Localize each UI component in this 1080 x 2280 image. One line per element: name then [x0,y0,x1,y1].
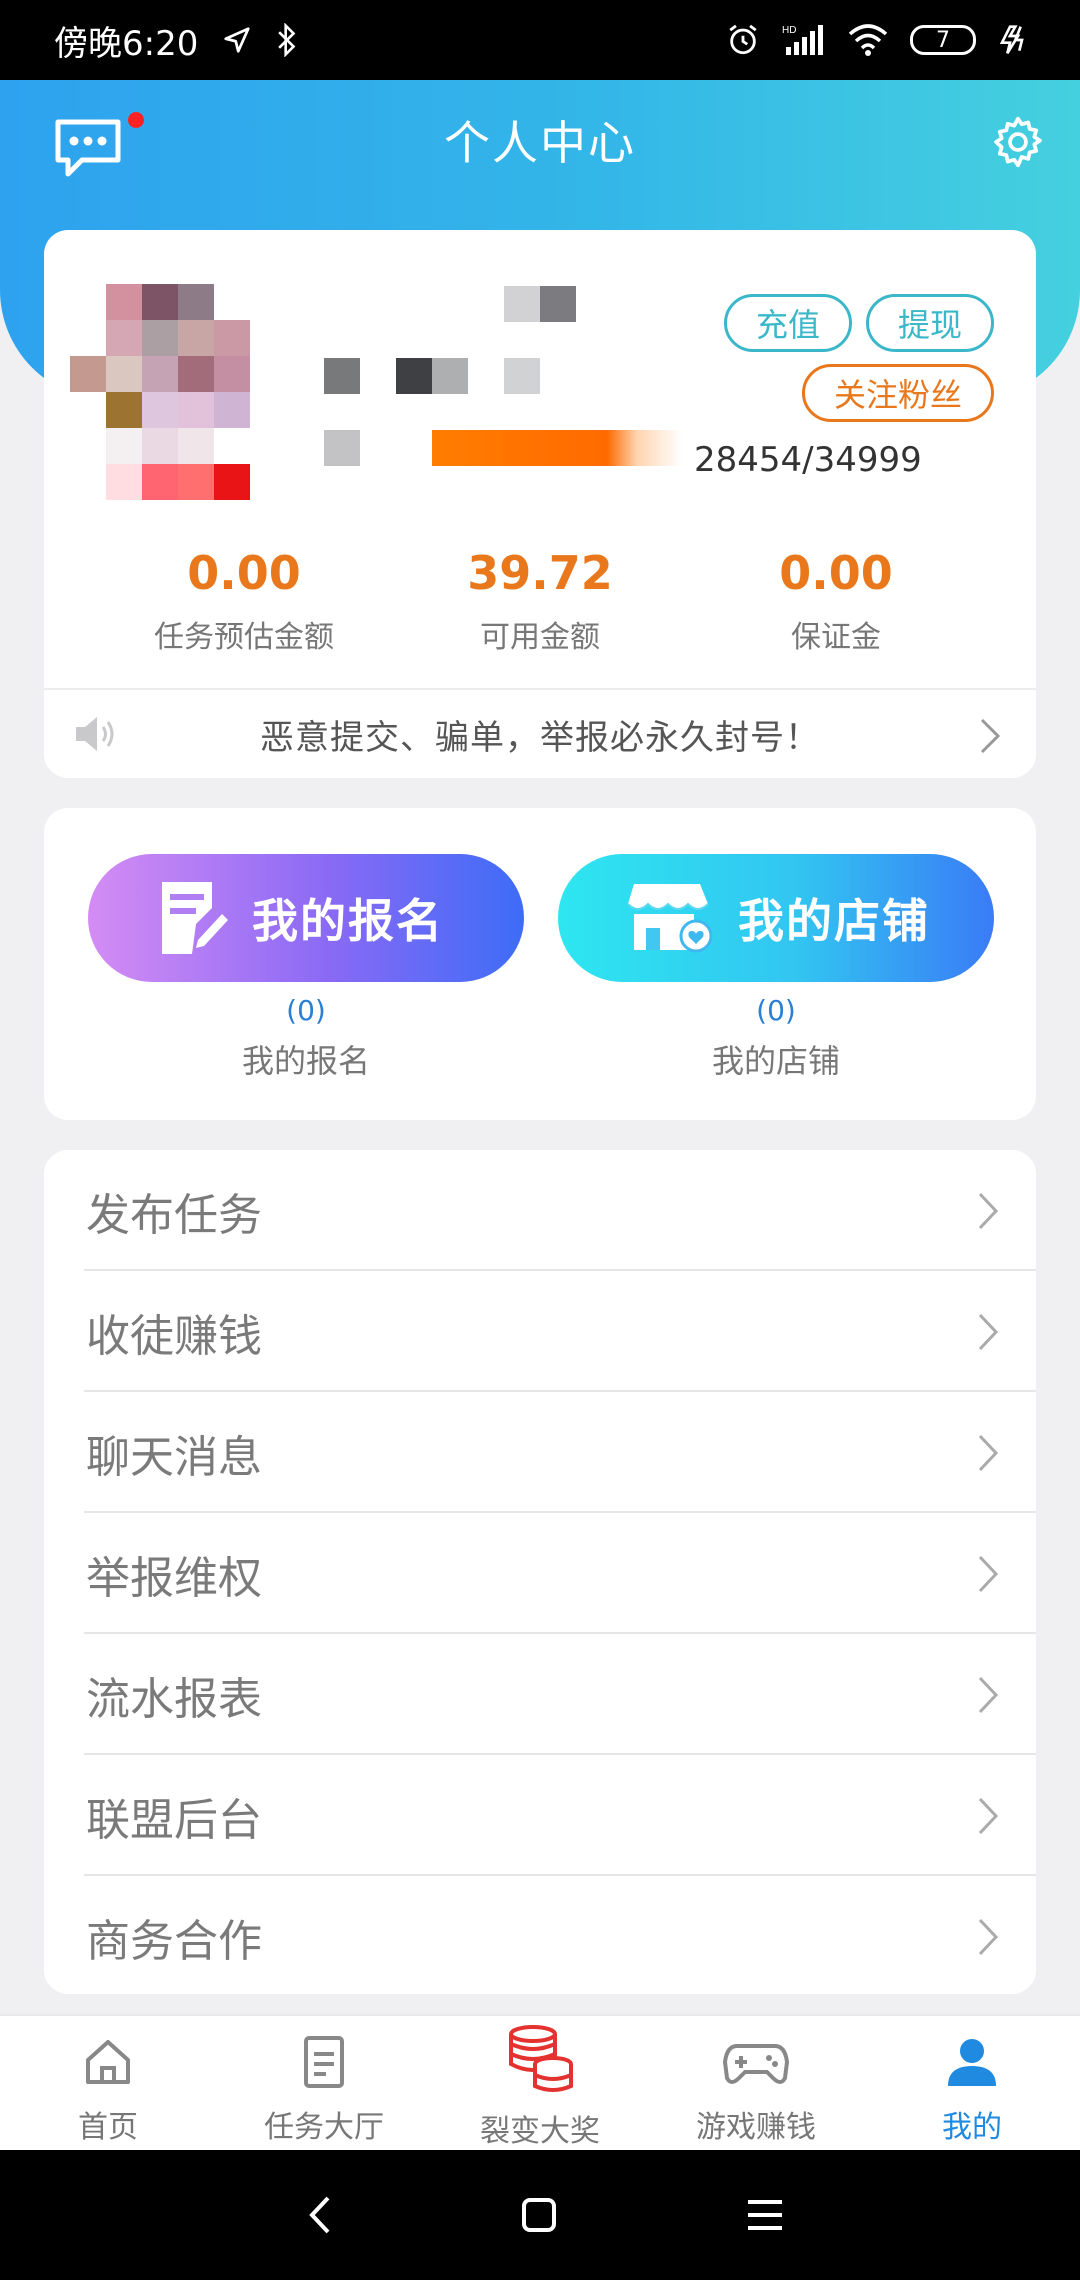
nav-label: 首页 [78,2110,138,2145]
alarm-icon [729,24,757,55]
bottom-navigation: 首页 任务大厅 裂变大奖 游戏赚钱 我的 [0,2014,1080,2150]
stat-value: 39.72 [467,546,613,600]
menu-item-label: 联盟后台 [86,1794,262,1846]
level-redacted [324,430,360,466]
my-shop-count: (0) [756,994,796,1027]
gamepad-icon [723,2044,789,2084]
stat-label: 可用金额 [480,620,600,655]
menu-item-label: 商务合作 [86,1915,262,1967]
status-bar: 傍晚6:20 HD 7 [0,0,1080,80]
recharge-button[interactable]: 充值 [724,294,852,352]
nav-label: 裂变大奖 [480,2114,600,2149]
task-list-icon [304,2036,344,2088]
my-shop-button-label: 我的店铺 [738,894,930,948]
my-signup-button[interactable]: 我的报名 [88,854,524,982]
menu-item-recruit-earn[interactable]: 收徒赚钱 [44,1271,1036,1392]
follow-fans-button[interactable]: 关注粉丝 [802,364,994,422]
notice-bar[interactable]: 恶意提交、骗单，举报必永久封号！ [44,690,1036,778]
chevron-right-icon [978,1434,999,1472]
my-signup-label: 我的报名 [241,1042,370,1080]
actions-card: 我的报名 (0) 我的报名 我的店铺 (0) 我的店铺 [44,808,1036,1120]
menu-card: 发布任务 收徒赚钱 聊天消息 举报维权 流水报表 联盟后台 商务合作 [44,1150,1036,1994]
stat-deposit[interactable]: 0.00 保证金 [686,546,986,656]
edit-form-icon [162,882,228,954]
bluetooth-icon [278,23,296,57]
chat-message-button[interactable] [52,116,124,180]
user-info-redacted [324,358,360,394]
user-info-redacted [432,358,468,394]
battery-level: 7 [936,27,950,53]
chevron-right-icon [978,1797,999,1835]
menu-item-report[interactable]: 举报维权 [44,1513,1036,1634]
menu-item-label: 发布任务 [86,1189,262,1241]
my-shop-button[interactable]: 我的店铺 [558,854,994,982]
stat-label: 任务预估金额 [154,620,334,655]
username-redacted [504,286,540,322]
level-progress-text: 28454/34999 [694,440,922,480]
shop-icon [627,884,713,953]
withdraw-button[interactable]: 提现 [866,294,994,352]
nav-tab-task-hall[interactable]: 任务大厅 [216,2016,432,2152]
menu-item-chat-messages[interactable]: 聊天消息 [44,1392,1036,1513]
notice-text: 恶意提交、骗单，举报必永久封号！ [260,717,820,758]
stat-estimated-amount[interactable]: 0.00 任务预估金额 [94,546,394,656]
battery-icon: 7 [910,25,976,55]
stat-value: 0.00 [187,546,301,600]
svg-text:HD: HD [782,25,796,36]
system-navigation-bar [0,2150,1080,2280]
menu-item-flow-report[interactable]: 流水报表 [44,1634,1036,1755]
coins-stack-icon [509,2025,573,2092]
menu-item-business-cooperation[interactable]: 商务合作 [44,1876,1036,1997]
my-signup-button-label: 我的报名 [252,894,444,948]
menu-icon[interactable] [740,2190,790,2240]
chevron-right-icon [978,1918,999,1956]
gear-icon [994,116,1042,168]
profile-card: 充值 提现 关注粉丝 28454/34999 0.00 任务预估金额 39.72… [44,230,1036,778]
chevron-right-icon [978,1192,999,1230]
user-icon [948,2039,996,2086]
stat-value: 0.00 [779,546,893,600]
chevron-right-icon [978,1676,999,1714]
chevron-right-icon [978,1313,999,1351]
user-info-redacted [396,358,432,394]
location-arrow-icon [224,27,250,53]
speaker-icon [76,717,114,751]
stat-available-amount[interactable]: 39.72 可用金额 [390,546,690,656]
nav-label: 任务大厅 [264,2110,384,2145]
charging-icon [999,25,1024,55]
menu-item-label: 收徒赚钱 [86,1310,262,1362]
menu-item-alliance-backend[interactable]: 联盟后台 [44,1755,1036,1876]
back-icon[interactable] [296,2190,346,2240]
nav-tab-mine[interactable]: 我的 [864,2016,1080,2152]
app-header: 个人中心 [0,80,1080,200]
nav-tab-fission-prize[interactable]: 裂变大奖 [432,2016,648,2152]
home-square-icon[interactable] [514,2190,564,2240]
menu-item-label: 聊天消息 [86,1431,262,1483]
stat-label: 保证金 [791,620,881,655]
my-signup-count: (0) [286,994,326,1027]
menu-item-label: 流水报表 [86,1673,262,1725]
user-info-redacted [504,358,540,394]
nav-tab-game-earn[interactable]: 游戏赚钱 [648,2016,864,2152]
nav-label: 游戏赚钱 [696,2110,816,2145]
avatar[interactable] [70,284,260,504]
username-redacted [540,286,576,322]
home-icon [86,2040,130,2084]
wifi-icon [848,24,888,56]
page-title: 个人中心 [444,116,636,170]
settings-button[interactable] [990,114,1046,170]
nav-tab-home[interactable]: 首页 [0,2016,216,2152]
chevron-right-icon [978,1555,999,1593]
nav-label: 我的 [942,2110,1002,2145]
chat-message-icon [55,119,121,177]
chevron-right-icon [980,718,1001,754]
hd-signal-icon: HD [782,25,823,55]
menu-item-label: 举报维权 [86,1552,262,1604]
my-shop-label: 我的店铺 [711,1042,840,1080]
level-progress-bar [432,430,682,466]
menu-item-publish-task[interactable]: 发布任务 [44,1150,1036,1271]
notification-dot [128,112,144,128]
status-time: 傍晚6:20 [54,23,199,64]
